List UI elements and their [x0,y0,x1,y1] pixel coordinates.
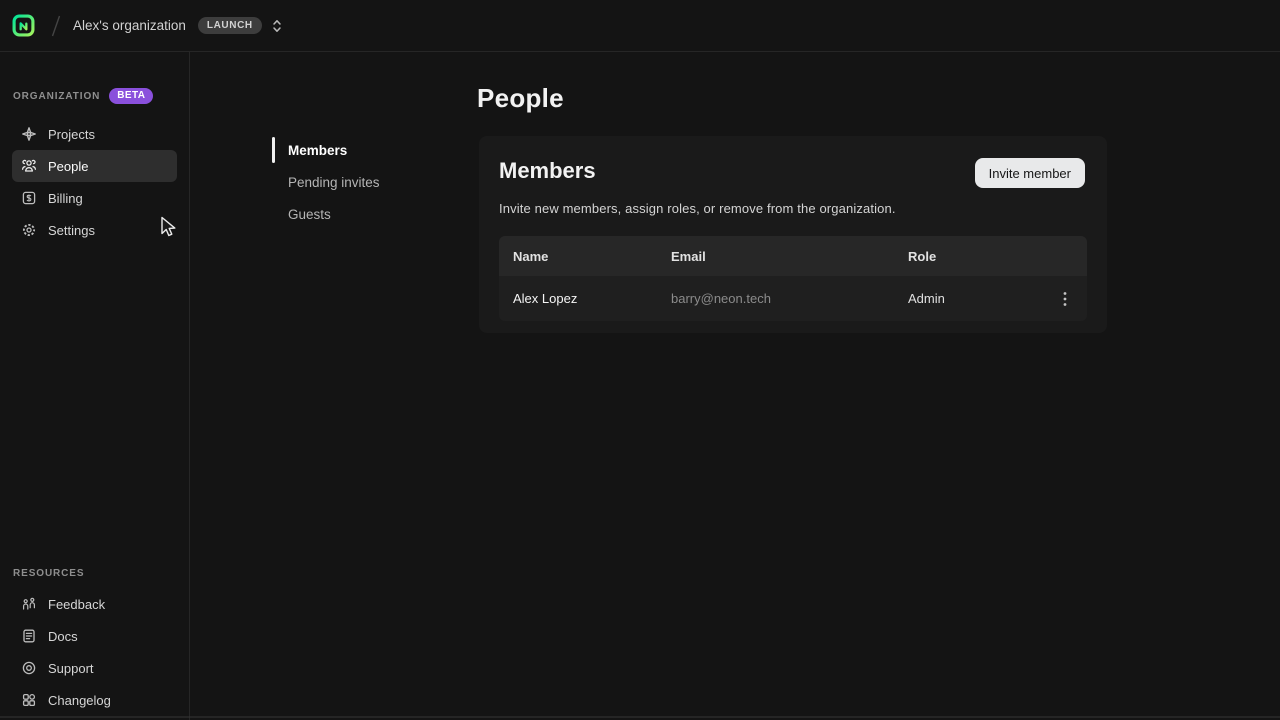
support-icon [21,660,37,676]
people-icon [21,158,37,174]
header-name: Name [499,249,671,264]
row-actions-button[interactable] [1052,286,1078,312]
resources-section: RESOURCES Feedback Docs Support [0,568,189,716]
header-role: Role [908,249,1043,264]
sidebar-item-projects[interactable]: Projects [12,118,177,150]
member-email: barry@neon.tech [671,291,908,306]
settings-icon [21,222,37,238]
table-row: Alex Lopez barry@neon.tech Admin [499,276,1087,321]
sidebar-item-support[interactable]: Support [12,652,177,684]
member-role: Admin [908,291,1043,306]
resources-section-header: RESOURCES [13,568,177,579]
members-table-header: Name Email Role [499,236,1087,276]
plan-badge: LAUNCH [198,17,262,34]
organization-nav: Projects People Billing Settings [0,118,189,246]
sidebar-item-docs[interactable]: Docs [12,620,177,652]
sidebar: ORGANIZATION BETA Projects People [0,52,190,720]
projects-icon [21,126,37,142]
members-card-header: Members Invite member [479,136,1107,188]
sidebar-item-billing[interactable]: Billing [12,182,177,214]
organization-section-header: ORGANIZATION BETA [13,88,177,104]
members-table: Name Email Role Alex Lopez barry@neon.te… [499,236,1087,321]
neon-logo-icon[interactable] [12,14,35,37]
sidebar-item-changelog[interactable]: Changelog [12,684,177,716]
members-card-description: Invite new members, assign roles, or rem… [499,201,1087,216]
tab-members[interactable]: Members [272,134,452,166]
topbar: Alex's organization LAUNCH [0,0,1280,52]
kebab-menu-icon [1063,291,1067,307]
members-card-title: Members [499,158,596,184]
member-name: Alex Lopez [499,291,671,306]
changelog-icon [21,692,37,708]
feedback-icon [21,596,37,612]
tab-pending-invites[interactable]: Pending invites [272,166,452,198]
docs-icon [21,628,37,644]
people-subnav: Members Pending invites Guests [272,134,452,230]
beta-badge: BETA [109,88,153,104]
sidebar-item-settings[interactable]: Settings [12,214,177,246]
header-email: Email [671,249,908,264]
main-content: People Members Pending invites Guests Me… [190,52,1280,720]
members-card: Members Invite member Invite new members… [479,136,1107,333]
breadcrumb-slash [51,13,61,39]
org-switcher[interactable]: Alex's organization LAUNCH [73,17,283,34]
sidebar-item-feedback[interactable]: Feedback [12,588,177,620]
tab-guests[interactable]: Guests [272,198,452,230]
billing-icon [21,190,37,206]
sidebar-item-people[interactable]: People [12,150,177,182]
resources-section-label: RESOURCES [13,568,84,579]
org-name: Alex's organization [73,18,186,33]
window-bottom-edge [0,716,1280,718]
chevron-up-down-icon [271,18,283,34]
page-title: People [477,83,564,114]
organization-section-label: ORGANIZATION [13,91,100,102]
invite-member-button[interactable]: Invite member [975,158,1085,188]
